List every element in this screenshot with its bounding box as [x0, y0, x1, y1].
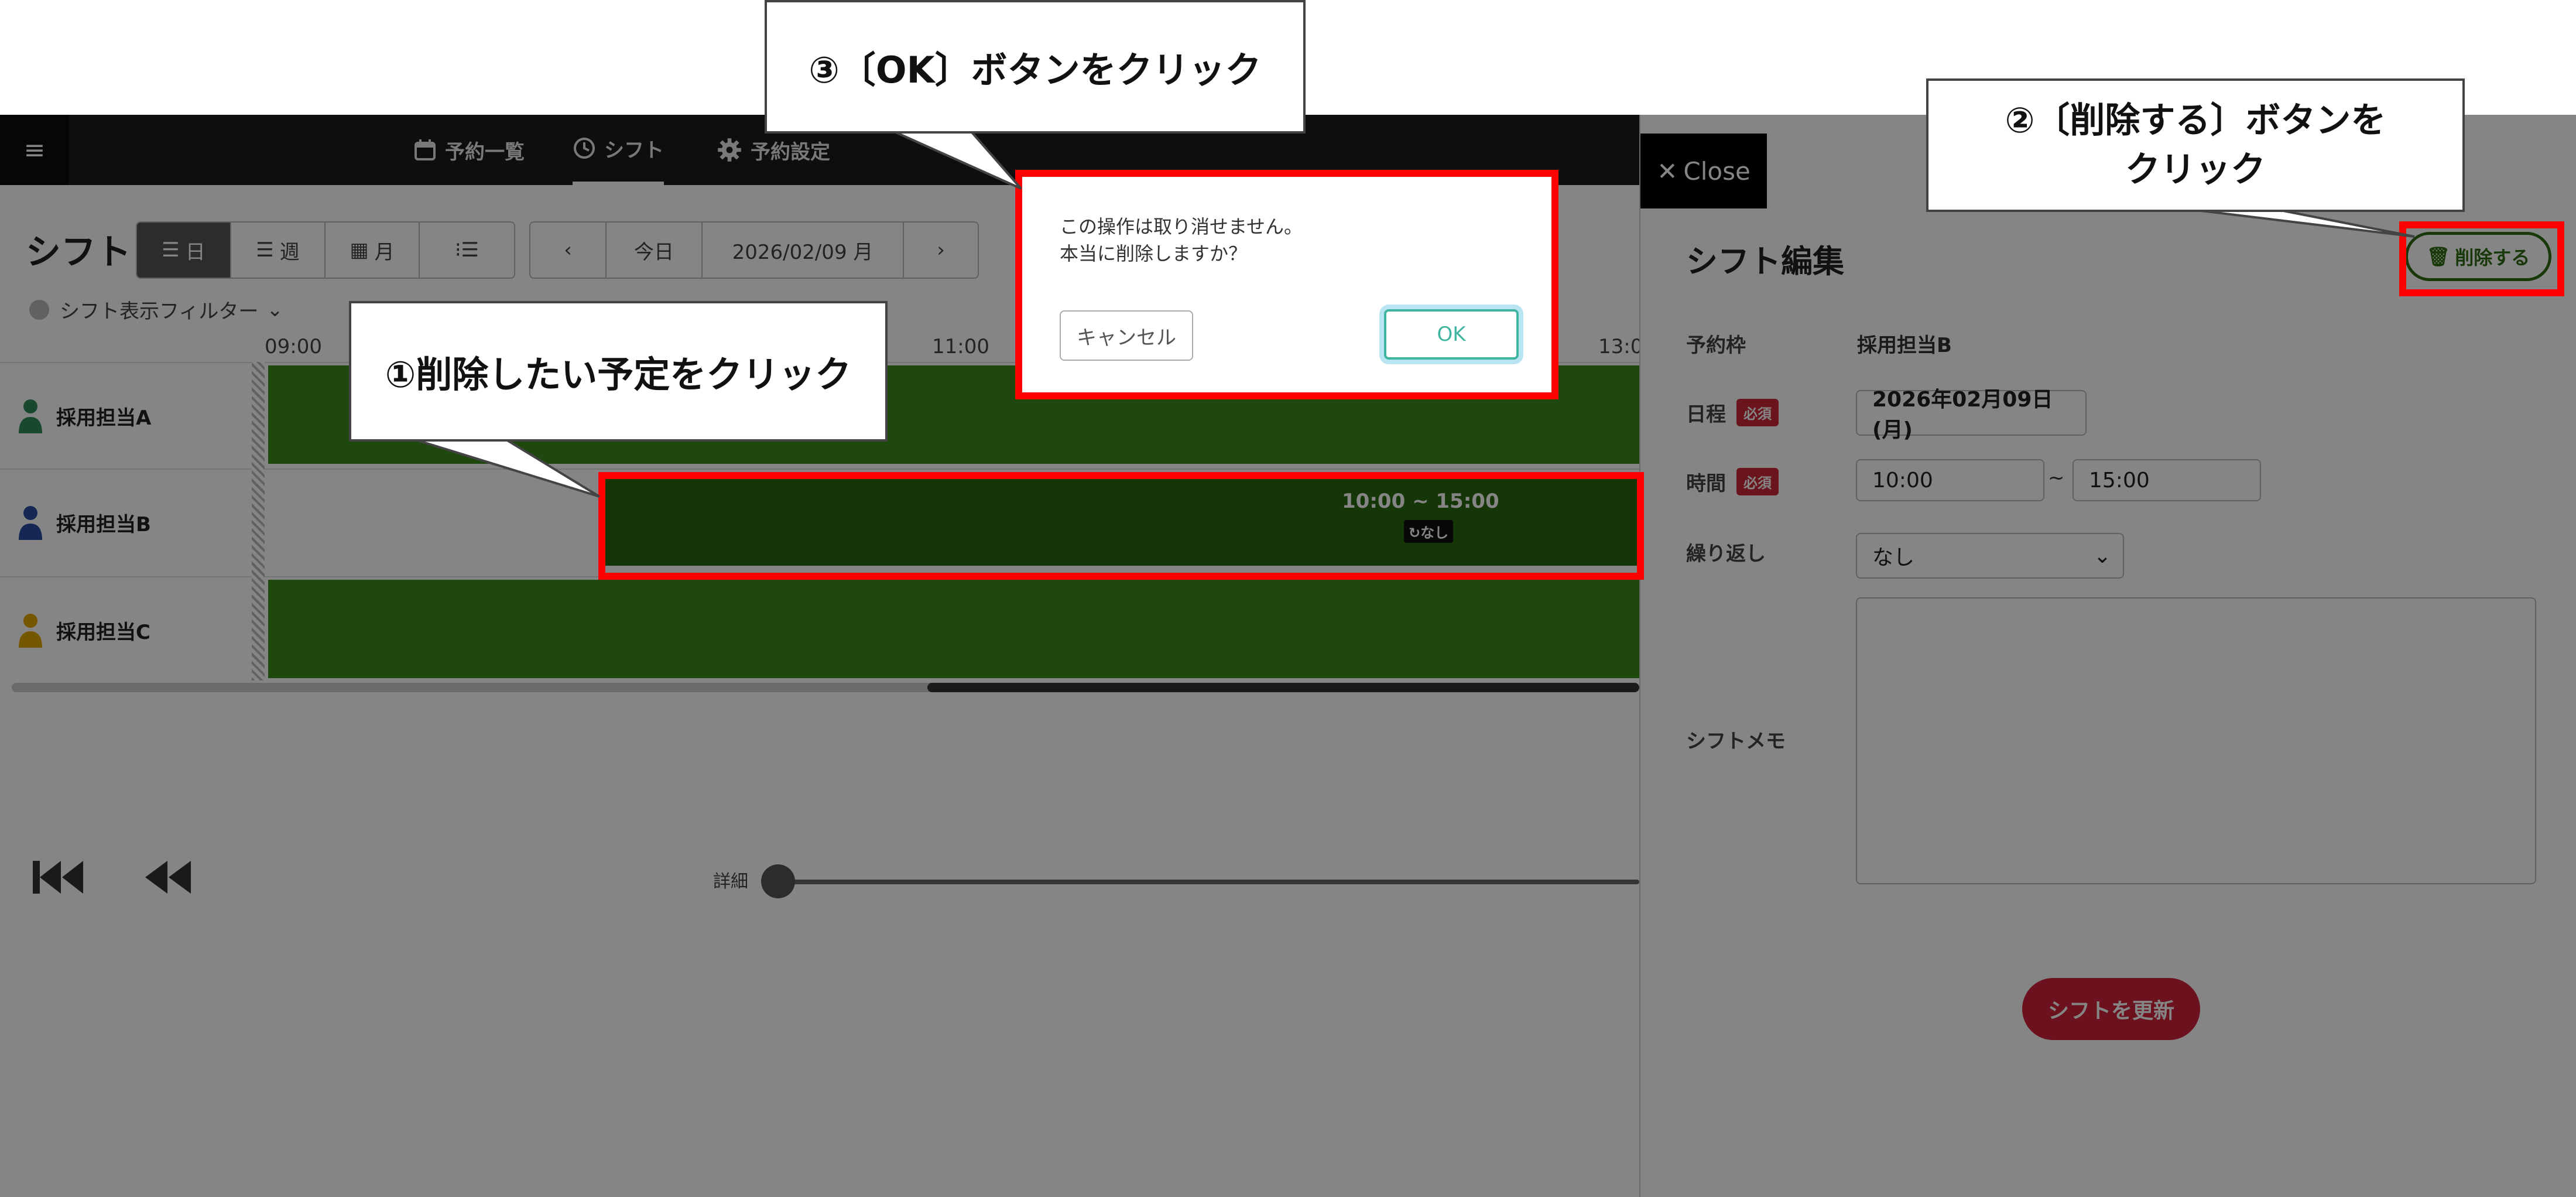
callout-step2: ②〔削除する〕ボタンを クリック: [1926, 78, 2465, 212]
callout-tail-2: [2201, 210, 2415, 238]
callout-step1: ①削除したい予定をクリック: [349, 301, 888, 442]
callout-tail-3: [895, 131, 1022, 190]
callout-tail-1: [409, 437, 601, 498]
callout-step3: ③〔OK〕ボタンをクリック: [765, 0, 1306, 134]
